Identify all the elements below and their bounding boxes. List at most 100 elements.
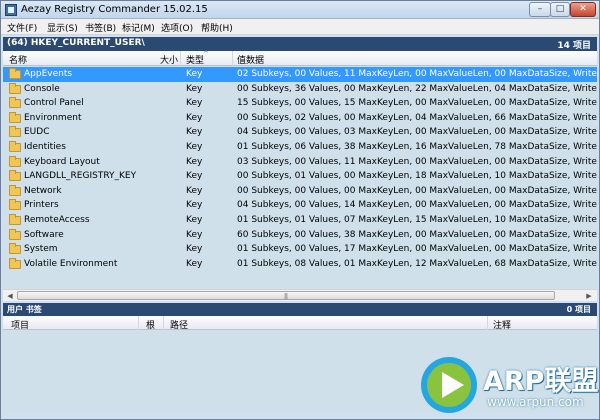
key-type: Key <box>186 185 203 196</box>
key-name: Identities <box>24 142 66 152</box>
list-item[interactable]: System Key 01 Subkeys, 00 Values, 17 MaxKe… <box>3 242 597 257</box>
menu-help[interactable]: 帮助(H) <box>201 21 233 34</box>
key-value-data: 01 Subkeys, 01 Values, 07 MaxKeyLen, 15 … <box>237 215 597 225</box>
list-item[interactable]: AppEvents Key 02 Subkeys, 00 Values, 11 Ma… <box>3 67 597 82</box>
key-value-data: 04 Subkeys, 00 Values, 14 MaxKeyLen, 00 … <box>237 200 597 211</box>
key-value-data: 01 Subkeys, 00 Values, 17 MaxKeyLen, 00 … <box>237 244 597 255</box>
column-divider[interactable] <box>232 51 233 66</box>
key-name: Console <box>24 83 60 94</box>
key-type: Key <box>186 83 203 94</box>
watermark-text: ARP联盟 <box>483 366 599 397</box>
close-button[interactable]: ✕ <box>570 2 596 17</box>
key-name: Control Panel <box>24 98 84 109</box>
key-name: EUDC <box>24 127 50 138</box>
column-name[interactable]: 名称 <box>9 53 27 66</box>
column-divider[interactable] <box>487 316 488 330</box>
key-name: System <box>24 244 58 255</box>
column-divider[interactable] <box>163 316 164 330</box>
key-type: Key <box>186 171 203 182</box>
horizontal-scrollbar[interactable]: ◀ ||| ▶ <box>3 289 597 301</box>
list-item[interactable]: Software Key 60 Subkeys, 00 Values, 38 Max… <box>3 228 597 243</box>
menu-view[interactable]: 显示(S) <box>47 21 78 34</box>
watermark: ARP联盟 www.arpun.com <box>417 353 599 417</box>
list-item[interactable]: Identities Key 01 Subkeys, 06 Values, 38 M… <box>3 140 597 155</box>
key-value-data: 00 Subkeys, 02 Values, 00 MaxKeyLen, 04 … <box>237 112 597 123</box>
title-bar[interactable]: Aezay Registry Commander 15.02.15 – □ ✕ <box>1 1 599 19</box>
key-type: Key <box>186 98 203 109</box>
key-name: Environment <box>24 112 82 123</box>
bookmarks-column-header: 项目 根 路径 注释 <box>3 316 597 331</box>
scroll-grip-icon: ||| <box>284 293 288 300</box>
list-item[interactable]: Environment Key 00 Subkeys, 02 Values, 00 … <box>3 111 597 126</box>
list-item[interactable]: LANGDLL_REGISTRY_KEY Key 00 Subkeys, 01 Va… <box>3 169 597 184</box>
column-type[interactable]: 类型 <box>186 53 204 66</box>
folder-icon <box>9 257 21 269</box>
key-name: Software <box>24 229 64 240</box>
key-value-data: 04 Subkeys, 00 Values, 03 MaxKeyLen, 00 … <box>237 127 597 138</box>
bookmarks-bar: 用户 书签 0 项目 <box>3 303 597 316</box>
key-value-data: 01 Subkeys, 08 Values, 01 MaxKeyLen, 12 … <box>237 258 597 269</box>
list-item[interactable]: Network Key 00 Subkeys, 00 Values, 00 MaxK… <box>3 184 597 199</box>
maximize-button[interactable]: □ <box>550 2 570 17</box>
list-item[interactable]: Keyboard Layout Key 03 Subkeys, 00 Values,… <box>3 155 597 170</box>
key-value-data: 60 Subkeys, 00 Values, 38 MaxKeyLen, 00 … <box>237 229 597 240</box>
scroll-thumb[interactable]: ||| <box>17 291 555 300</box>
key-type: Key <box>186 142 203 152</box>
list-item[interactable]: Control Panel Key 15 Subkeys, 00 Values, 1… <box>3 96 597 111</box>
bookmarks-title: 用户 书签 <box>7 305 42 314</box>
key-name: AppEvents <box>24 69 73 79</box>
menu-mark[interactable]: 标记(M) <box>122 21 155 34</box>
menu-bookmarks[interactable]: 书签(B) <box>85 21 116 34</box>
column-header: 名称 大小 类型 ^ 值数据 <box>3 50 597 66</box>
key-value-data: 00 Subkeys, 01 Values, 00 MaxKeyLen, 18 … <box>237 171 597 182</box>
key-value-data: 01 Subkeys, 06 Values, 38 MaxKeyLen, 16 … <box>237 142 597 152</box>
key-value-data: 02 Subkeys, 00 Values, 11 MaxKeyLen, 00 … <box>237 69 597 79</box>
folder-icon <box>9 170 21 182</box>
play-logo-icon <box>421 357 477 413</box>
list-item[interactable]: Printers Key 04 Subkeys, 00 Values, 14 Max… <box>3 198 597 213</box>
column-divider[interactable] <box>138 316 139 330</box>
column-divider[interactable] <box>180 51 181 66</box>
bookmarks-count: 0 项目 <box>566 305 591 314</box>
folder-icon <box>9 243 21 255</box>
list-item[interactable]: RemoteAccess Key 01 Subkeys, 01 Values, 07… <box>3 213 597 228</box>
menu-options[interactable]: 选项(O) <box>161 21 193 34</box>
minimize-button[interactable]: – <box>529 2 551 17</box>
key-type: Key <box>186 156 203 167</box>
folder-icon <box>9 82 21 94</box>
scroll-right-arrow-icon[interactable]: ▶ <box>583 291 595 301</box>
key-value-data: 00 Subkeys, 00 Values, 00 MaxKeyLen, 00 … <box>237 185 597 196</box>
folder-icon <box>9 184 21 196</box>
window-title: Aezay Registry Commander 15.02.15 <box>21 4 208 15</box>
key-type: Key <box>186 229 203 240</box>
watermark-url: www.arpun.com <box>487 395 584 409</box>
sort-ascending-icon: ^ <box>203 50 209 58</box>
key-value-data: 15 Subkeys, 00 Values, 15 MaxKeyLen, 00 … <box>237 98 597 109</box>
key-type: Key <box>186 258 203 269</box>
key-name: Network <box>24 185 62 196</box>
key-type: Key <box>186 112 203 123</box>
list-item[interactable]: Console Key 00 Subkeys, 36 Values, 00 MaxK… <box>3 82 597 97</box>
key-type: Key <box>186 244 203 255</box>
folder-icon <box>9 97 21 109</box>
scroll-left-arrow-icon[interactable]: ◀ <box>4 291 16 301</box>
folder-icon <box>9 155 21 167</box>
folder-icon <box>9 228 21 240</box>
key-value-data: 00 Subkeys, 36 Values, 00 MaxKeyLen, 22 … <box>237 83 597 94</box>
key-type: Key <box>186 69 203 79</box>
key-type: Key <box>186 127 203 138</box>
folder-icon <box>9 68 21 79</box>
app-window: Aezay Registry Commander 15.02.15 – □ ✕ … <box>0 0 600 420</box>
menu-file[interactable]: 文件(F) <box>7 21 37 34</box>
folder-icon <box>9 111 21 123</box>
path-bar: (64) HKEY_CURRENT_USER\ 14 项目 <box>3 37 597 51</box>
registry-key-list[interactable]: AppEvents Key 02 Subkeys, 00 Values, 11 Ma… <box>3 66 597 289</box>
key-name: Printers <box>24 200 59 211</box>
list-item[interactable]: Volatile Environment Key 01 Subkeys, 08 Va… <box>3 257 597 272</box>
key-name: LANGDLL_REGISTRY_KEY <box>24 171 137 182</box>
key-type: Key <box>186 200 203 211</box>
folder-icon <box>9 141 21 152</box>
column-size[interactable]: 大小 <box>160 53 178 66</box>
column-value-data[interactable]: 值数据 <box>237 53 264 66</box>
list-item[interactable]: EUDC Key 04 Subkeys, 00 Values, 03 MaxKeyL… <box>3 125 597 140</box>
